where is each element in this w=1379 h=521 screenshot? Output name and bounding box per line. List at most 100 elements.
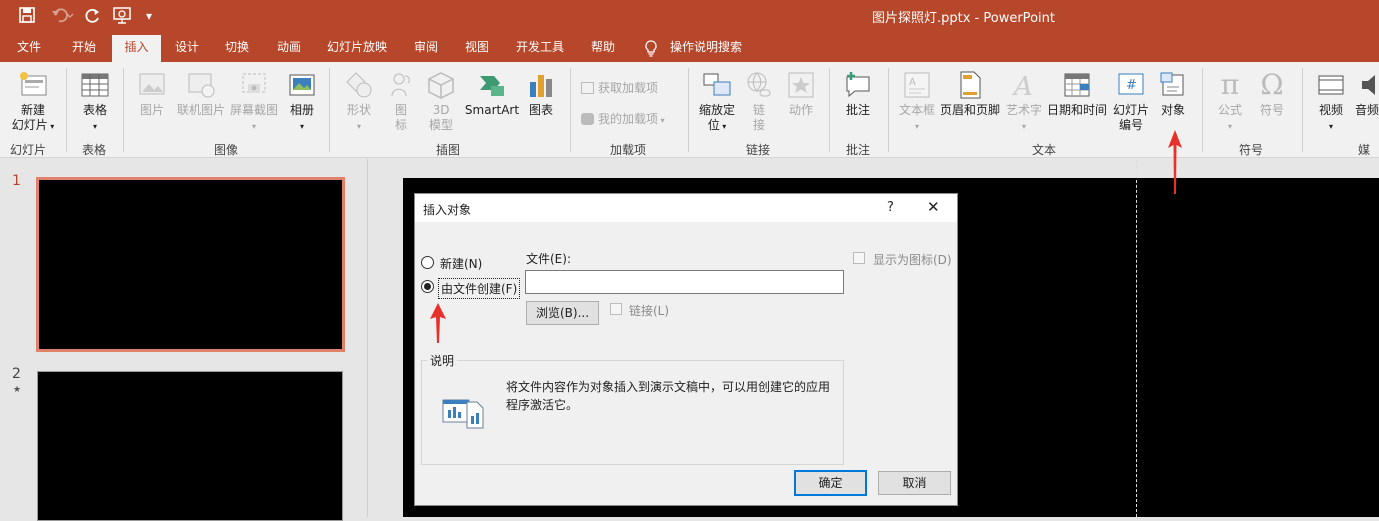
- shapes-button[interactable]: 形状 ▾: [338, 70, 380, 134]
- star-action-icon: [788, 72, 814, 98]
- header-footer-label: 页眉和页脚: [939, 103, 1000, 117]
- present-icon[interactable]: [113, 6, 135, 29]
- icons-button[interactable]: 图 标: [386, 70, 416, 133]
- online-picture-icon: [188, 73, 215, 98]
- svg-text:A: A: [1012, 72, 1033, 100]
- date-time-label: 日期和时间: [1046, 103, 1107, 117]
- tab-design[interactable]: 设计: [175, 35, 199, 62]
- screenshot-button[interactable]: 屏幕截图 ▾: [228, 70, 280, 134]
- object-button[interactable]: 对象: [1155, 70, 1191, 118]
- tab-home[interactable]: 开始: [72, 35, 96, 62]
- slide-number-1: 1: [12, 173, 21, 189]
- store-icon: [581, 82, 594, 94]
- tab-help[interactable]: 帮助: [591, 35, 615, 62]
- tab-file[interactable]: 文件: [17, 35, 41, 62]
- shapes-label: 形状: [346, 103, 371, 117]
- table-button[interactable]: 表格 ▾: [74, 70, 116, 134]
- ribbon-separator: [329, 68, 330, 152]
- cancel-button[interactable]: 取消: [878, 471, 951, 495]
- tab-developer[interactable]: 开发工具: [516, 35, 564, 62]
- comment-button[interactable]: 批注: [838, 70, 878, 118]
- online-picture-button[interactable]: 联机图片: [175, 70, 227, 118]
- group-tables-label: 表格: [82, 143, 107, 157]
- video-label: 视频: [1318, 103, 1343, 117]
- undo-icon[interactable]: [50, 6, 74, 29]
- date-time-button[interactable]: 日期和时间: [1046, 70, 1108, 118]
- link-label: 链 接: [752, 103, 765, 132]
- action-label: 动作: [788, 103, 813, 117]
- new-slide-button[interactable]: 新建 幻灯片 ▾: [6, 70, 60, 134]
- video-button[interactable]: 视频 ▾: [1313, 70, 1349, 134]
- tab-review[interactable]: 审阅: [414, 35, 438, 62]
- zoom-button[interactable]: 缩放定 位 ▾: [696, 70, 738, 134]
- insert-object-dialog: 插入对象 ? ✕ 新建(N) 由文件创建(F) 文件(E): 浏览(B)... …: [414, 193, 958, 506]
- display-as-icon-checkbox[interactable]: [853, 252, 865, 264]
- slide-number-button[interactable]: # 幻灯片 编号: [1110, 70, 1152, 133]
- redo-icon[interactable]: [84, 6, 102, 29]
- tab-animations[interactable]: 动画: [277, 35, 301, 62]
- tab-insert[interactable]: 插入: [112, 35, 161, 62]
- equation-button[interactable]: π 公式 ▾: [1212, 70, 1248, 134]
- annotation-arrow-up: [1168, 130, 1182, 194]
- omega-icon: Ω: [1260, 68, 1284, 101]
- action-button[interactable]: 动作: [784, 70, 818, 118]
- file-path-input[interactable]: [525, 270, 844, 294]
- save-icon[interactable]: [18, 6, 36, 29]
- ribbon-separator: [688, 68, 689, 152]
- display-as-icon-label: 显示为图标(D): [873, 253, 952, 267]
- tab-slideshow[interactable]: 幻灯片放映: [327, 35, 387, 62]
- create-from-file-radio[interactable]: [421, 280, 434, 293]
- group-symbols-label: 符号: [1239, 143, 1264, 157]
- tab-view[interactable]: 视图: [465, 35, 489, 62]
- slide-number-icon: #: [1118, 73, 1144, 95]
- slide-thumbnail-2[interactable]: [37, 371, 343, 521]
- photo-album-button[interactable]: 相册 ▾: [284, 70, 320, 134]
- group-illustrations-label: 插图: [436, 143, 461, 157]
- ribbon-separator: [1302, 68, 1303, 152]
- link-checkbox[interactable]: [610, 303, 622, 315]
- dialog-title: 插入对象: [423, 203, 472, 217]
- icons-label: 图 标: [394, 103, 407, 132]
- group-links-label: 链接: [746, 143, 771, 157]
- smartart-button[interactable]: SmartArt: [464, 70, 520, 118]
- browse-button[interactable]: 浏览(B)...: [526, 301, 599, 325]
- lightbulb-icon: [644, 40, 658, 60]
- calendar-icon: [1064, 73, 1090, 97]
- customize-qa-icon[interactable]: ▾: [146, 6, 152, 26]
- comment-icon: [846, 72, 870, 98]
- tab-transitions[interactable]: 切换: [225, 35, 249, 62]
- file-field-label: 文件(E):: [526, 252, 571, 266]
- create-new-radio[interactable]: [421, 256, 434, 269]
- new-slide-icon: [20, 72, 47, 96]
- chart-label: 图表: [528, 103, 553, 117]
- speaker-icon: [1362, 75, 1375, 95]
- annotation-arrow-up: [430, 303, 446, 343]
- ok-button[interactable]: 确定: [794, 470, 867, 496]
- 3d-models-button[interactable]: 3D 模型: [423, 70, 459, 133]
- wordart-icon: A: [1012, 72, 1033, 100]
- animation-star-icon: ★: [13, 385, 22, 395]
- equation-label: 公式: [1217, 103, 1242, 117]
- dialog-title-bar: 插入对象 ? ✕: [415, 194, 957, 222]
- get-addins-button[interactable]: 获取加载项: [581, 79, 658, 96]
- slide-thumbnail-1[interactable]: [36, 177, 345, 352]
- picture-button[interactable]: 图片: [134, 70, 170, 118]
- picture-icon: [139, 73, 165, 95]
- pi-icon: π: [1220, 68, 1240, 101]
- tell-me-search[interactable]: 操作说明搜索: [670, 35, 742, 62]
- get-addins-label: 获取加载项: [598, 81, 659, 95]
- smart-guide-line: [1136, 160, 1137, 517]
- symbol-button[interactable]: Ω 符号: [1254, 70, 1290, 118]
- chart-button[interactable]: 图表: [525, 70, 557, 118]
- link-button[interactable]: 链 接: [742, 70, 776, 133]
- header-footer-button[interactable]: 页眉和页脚: [939, 70, 1001, 118]
- textbox-button[interactable]: A 文本框 ▾: [896, 70, 938, 134]
- close-button[interactable]: ✕: [927, 198, 940, 216]
- my-addins-button[interactable]: 我的加载项 ▾: [581, 110, 665, 127]
- audio-button[interactable]: 音频: [1355, 70, 1379, 118]
- help-button[interactable]: ?: [887, 200, 894, 215]
- wordart-button[interactable]: A 艺术字 ▾: [1003, 70, 1045, 134]
- svg-text:#: #: [1126, 78, 1137, 93]
- ribbon-separator: [888, 68, 889, 152]
- ribbon-separator: [123, 68, 124, 152]
